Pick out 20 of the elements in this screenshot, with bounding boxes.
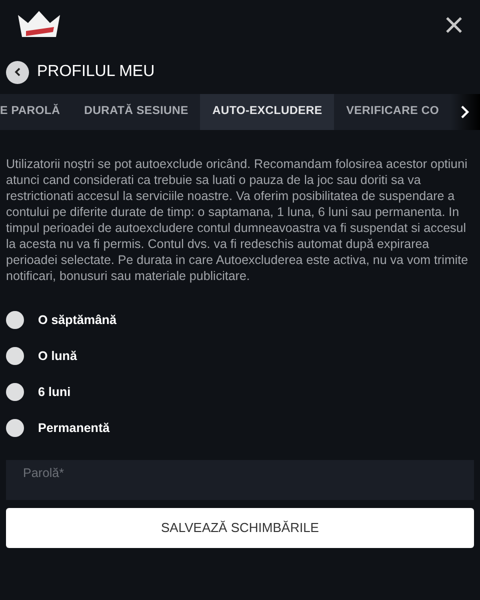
option-label: O lună xyxy=(38,348,77,365)
option-label: Permanentă xyxy=(38,420,110,437)
chevron-right-icon[interactable] xyxy=(460,105,470,119)
tab[interactable]: E PAROLĂ xyxy=(0,94,72,130)
description-text: Utilizatorii noștri se pot autoexclude oricând. Recomandam folosirea acestor optiuni atunci cand considerati ca trebuie sa luati o pauza de la joc sau doriti sa va restrictionati accesul la serviciile noastre. Va oferim posibilitatea de suspendare a contului pe diferite durate de timp: o saptamana, 1 luna, 6 luni sau permanenta. In timpul perioadei de autoexcludere contul dumneavoastra va fi suspendat si accesul la acesta nu va fi permis. Contul dvs. va fi redeschis automat după expirarea perioadei selectate. Pe durata in care Autoexcluderea este activa, nu va vom trimite notificari, bonusuri sau materiale publicitare. xyxy=(5,156,470,284)
close-icon xyxy=(444,15,464,35)
tab[interactable]: DURATĂ SESIUNE xyxy=(72,94,200,130)
radio-button[interactable] xyxy=(6,419,24,437)
chevron-left-icon xyxy=(12,67,22,77)
radio-button[interactable] xyxy=(6,347,24,365)
option-label: 6 luni xyxy=(38,384,71,401)
radio-button[interactable] xyxy=(6,311,24,329)
password-field[interactable]: Parolă* xyxy=(6,460,474,500)
page-title: PROFILUL MEU xyxy=(37,62,155,82)
back-button[interactable] xyxy=(6,60,29,84)
radio-button[interactable] xyxy=(6,383,24,401)
tab[interactable]: AUTO-EXCLUDERE xyxy=(200,94,334,130)
option-label: O săptămână xyxy=(38,312,117,329)
save-button[interactable]: SALVEAZĂ SCHIMBĂRILE xyxy=(6,508,474,548)
tab[interactable]: VERIFICARE CO xyxy=(334,94,451,130)
